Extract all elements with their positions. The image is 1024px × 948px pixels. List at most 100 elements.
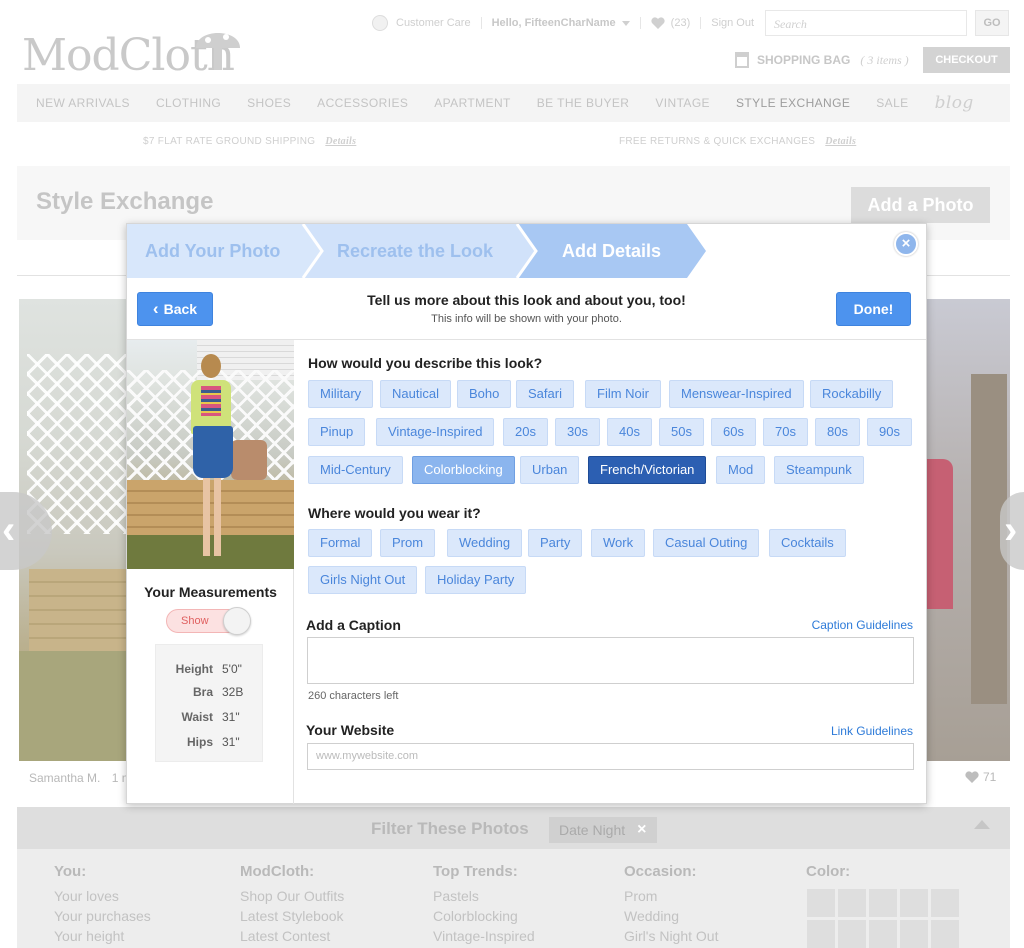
color-swatch[interactable]: [869, 889, 897, 917]
look-tag-french-victorian[interactable]: French/Victorian: [588, 456, 707, 484]
look-tag-steampunk[interactable]: Steampunk: [774, 456, 864, 484]
search-go-button[interactable]: GO: [975, 10, 1009, 36]
look-tag-60s[interactable]: 60s: [711, 418, 756, 446]
color-swatch[interactable]: [838, 889, 866, 917]
wear-tag-girls-night-out[interactable]: Girls Night Out: [308, 566, 418, 594]
filter-link[interactable]: Prom: [624, 886, 718, 906]
caption-input[interactable]: [307, 637, 914, 684]
look-tag-boho[interactable]: Boho: [457, 380, 512, 408]
chevron-left-icon: ‹: [2, 508, 16, 552]
search-input[interactable]: Search: [765, 10, 967, 36]
nav-vintage[interactable]: VINTAGE: [655, 96, 710, 110]
nav-style-exchange[interactable]: STYLE EXCHANGE: [736, 96, 850, 110]
wear-tag-prom[interactable]: Prom: [380, 529, 436, 557]
promo-shipping-details-link[interactable]: Details: [325, 136, 356, 147]
filter-link[interactable]: Girl's Night Out: [624, 926, 718, 946]
chevron-up-icon[interactable]: [974, 820, 990, 829]
filter-link[interactable]: Shop Our Outfits: [240, 886, 344, 906]
close-icon[interactable]: ×: [637, 817, 646, 843]
look-tag-military[interactable]: Military: [308, 380, 374, 408]
nav-clothing[interactable]: CLOTHING: [156, 96, 221, 110]
filter-link[interactable]: Pastels: [433, 886, 535, 906]
measurements-toggle[interactable]: Show: [166, 607, 251, 635]
caption-guidelines-link[interactable]: Caption Guidelines: [812, 618, 913, 632]
customer-care-link[interactable]: Customer Care: [396, 17, 471, 29]
checkout-button[interactable]: CHECKOUT: [923, 47, 1010, 73]
look-tag-pinup[interactable]: Pinup: [308, 418, 366, 446]
color-swatch[interactable]: [931, 920, 959, 948]
step-add-photo[interactable]: Add Your Photo: [145, 224, 280, 278]
gallery-photo-right[interactable]: [925, 299, 1010, 761]
wear-tag-cocktails[interactable]: Cocktails: [769, 529, 846, 557]
look-tag-50s[interactable]: 50s: [659, 418, 704, 446]
active-filter-tag[interactable]: Date Night ×: [549, 817, 657, 843]
step-recreate-look[interactable]: Recreate the Look: [337, 224, 493, 278]
loves-count[interactable]: (23): [671, 17, 691, 29]
account-menu[interactable]: Hello, FifteenCharName: [492, 17, 616, 29]
color-swatch[interactable]: [807, 920, 835, 948]
look-tag-vintage-inspired[interactable]: Vintage-Inspired: [376, 418, 495, 446]
wear-tag-casual-outing[interactable]: Casual Outing: [653, 529, 760, 557]
look-tag-nautical[interactable]: Nautical: [380, 380, 451, 408]
look-tag-40s[interactable]: 40s: [607, 418, 652, 446]
wear-tag-work[interactable]: Work: [591, 529, 646, 557]
look-tag-90s[interactable]: 90s: [867, 418, 912, 446]
color-swatches: [807, 889, 959, 948]
modcloth-logo[interactable]: ModCloth: [22, 22, 252, 81]
wear-tag-wedding[interactable]: Wedding: [447, 529, 523, 557]
wear-tag-party[interactable]: Party: [528, 529, 583, 557]
uploaded-photo: [127, 340, 294, 569]
color-swatch[interactable]: [869, 920, 897, 948]
close-icon[interactable]: ×: [894, 232, 918, 256]
filter-link[interactable]: Vintage-Inspired: [433, 926, 535, 946]
look-tag-safari[interactable]: Safari: [516, 380, 574, 408]
filter-link[interactable]: Wedding: [624, 906, 718, 926]
filter-link[interactable]: Latest Contest: [240, 926, 344, 946]
sign-out-link[interactable]: Sign Out: [711, 17, 754, 29]
filter-link[interactable]: Your height: [54, 926, 151, 946]
nav-shoes[interactable]: SHOES: [247, 96, 291, 110]
wear-tag-holiday-party[interactable]: Holiday Party: [425, 566, 527, 594]
photo-username[interactable]: Samantha M.: [29, 771, 100, 785]
filter-col-heading: Color:: [806, 863, 851, 880]
nav-sale[interactable]: SALE: [876, 96, 908, 110]
website-label: Your Website: [306, 722, 395, 738]
look-tag-mod[interactable]: Mod: [716, 456, 766, 484]
toggle-knob[interactable]: [223, 607, 251, 635]
nav-new-arrivals[interactable]: NEW ARRIVALS: [36, 96, 130, 110]
filter-link[interactable]: Latest Stylebook: [240, 906, 344, 926]
color-swatch[interactable]: [900, 889, 928, 917]
filter-link[interactable]: Colorblocking: [433, 906, 535, 926]
heart-icon[interactable]: [651, 17, 665, 29]
look-tag-rockabilly[interactable]: Rockabilly: [810, 380, 894, 408]
nav-blog[interactable]: blog: [935, 93, 974, 113]
nav-accessories[interactable]: ACCESSORIES: [317, 96, 408, 110]
chevron-down-icon[interactable]: [621, 20, 630, 26]
nav-apartment[interactable]: APARTMENT: [434, 96, 511, 110]
website-input[interactable]: www.mywebsite.com: [307, 743, 914, 770]
color-swatch[interactable]: [807, 889, 835, 917]
add-photo-button[interactable]: Add a Photo: [851, 187, 990, 223]
nav-be-the-buyer[interactable]: BE THE BUYER: [537, 96, 630, 110]
look-tag-20s[interactable]: 20s: [503, 418, 548, 446]
link-guidelines-link[interactable]: Link Guidelines: [831, 724, 913, 738]
look-tag-urban[interactable]: Urban: [520, 456, 580, 484]
color-swatch[interactable]: [900, 920, 928, 948]
shopping-bag-link[interactable]: SHOPPING BAG ( 3 items ): [735, 52, 909, 68]
filter-link[interactable]: Your loves: [54, 886, 151, 906]
wear-tag-formal[interactable]: Formal: [308, 529, 373, 557]
color-swatch[interactable]: [838, 920, 866, 948]
done-button[interactable]: Done!: [836, 292, 911, 326]
look-tag-30s[interactable]: 30s: [555, 418, 600, 446]
look-tag-70s[interactable]: 70s: [763, 418, 808, 446]
look-tag-film-noir[interactable]: Film Noir: [585, 380, 661, 408]
photo-likes[interactable]: 71: [965, 770, 996, 784]
look-tag-menswear-inspired[interactable]: Menswear-Inspired: [669, 380, 804, 408]
look-tag-80s[interactable]: 80s: [815, 418, 860, 446]
filter-link[interactable]: Your purchases: [54, 906, 151, 926]
promo-returns-details-link[interactable]: Details: [825, 136, 856, 147]
mushroom-icon: [196, 33, 240, 70]
look-tag-mid-century[interactable]: Mid-Century: [308, 456, 403, 484]
look-tag-colorblocking[interactable]: Colorblocking: [412, 456, 515, 484]
color-swatch[interactable]: [931, 889, 959, 917]
